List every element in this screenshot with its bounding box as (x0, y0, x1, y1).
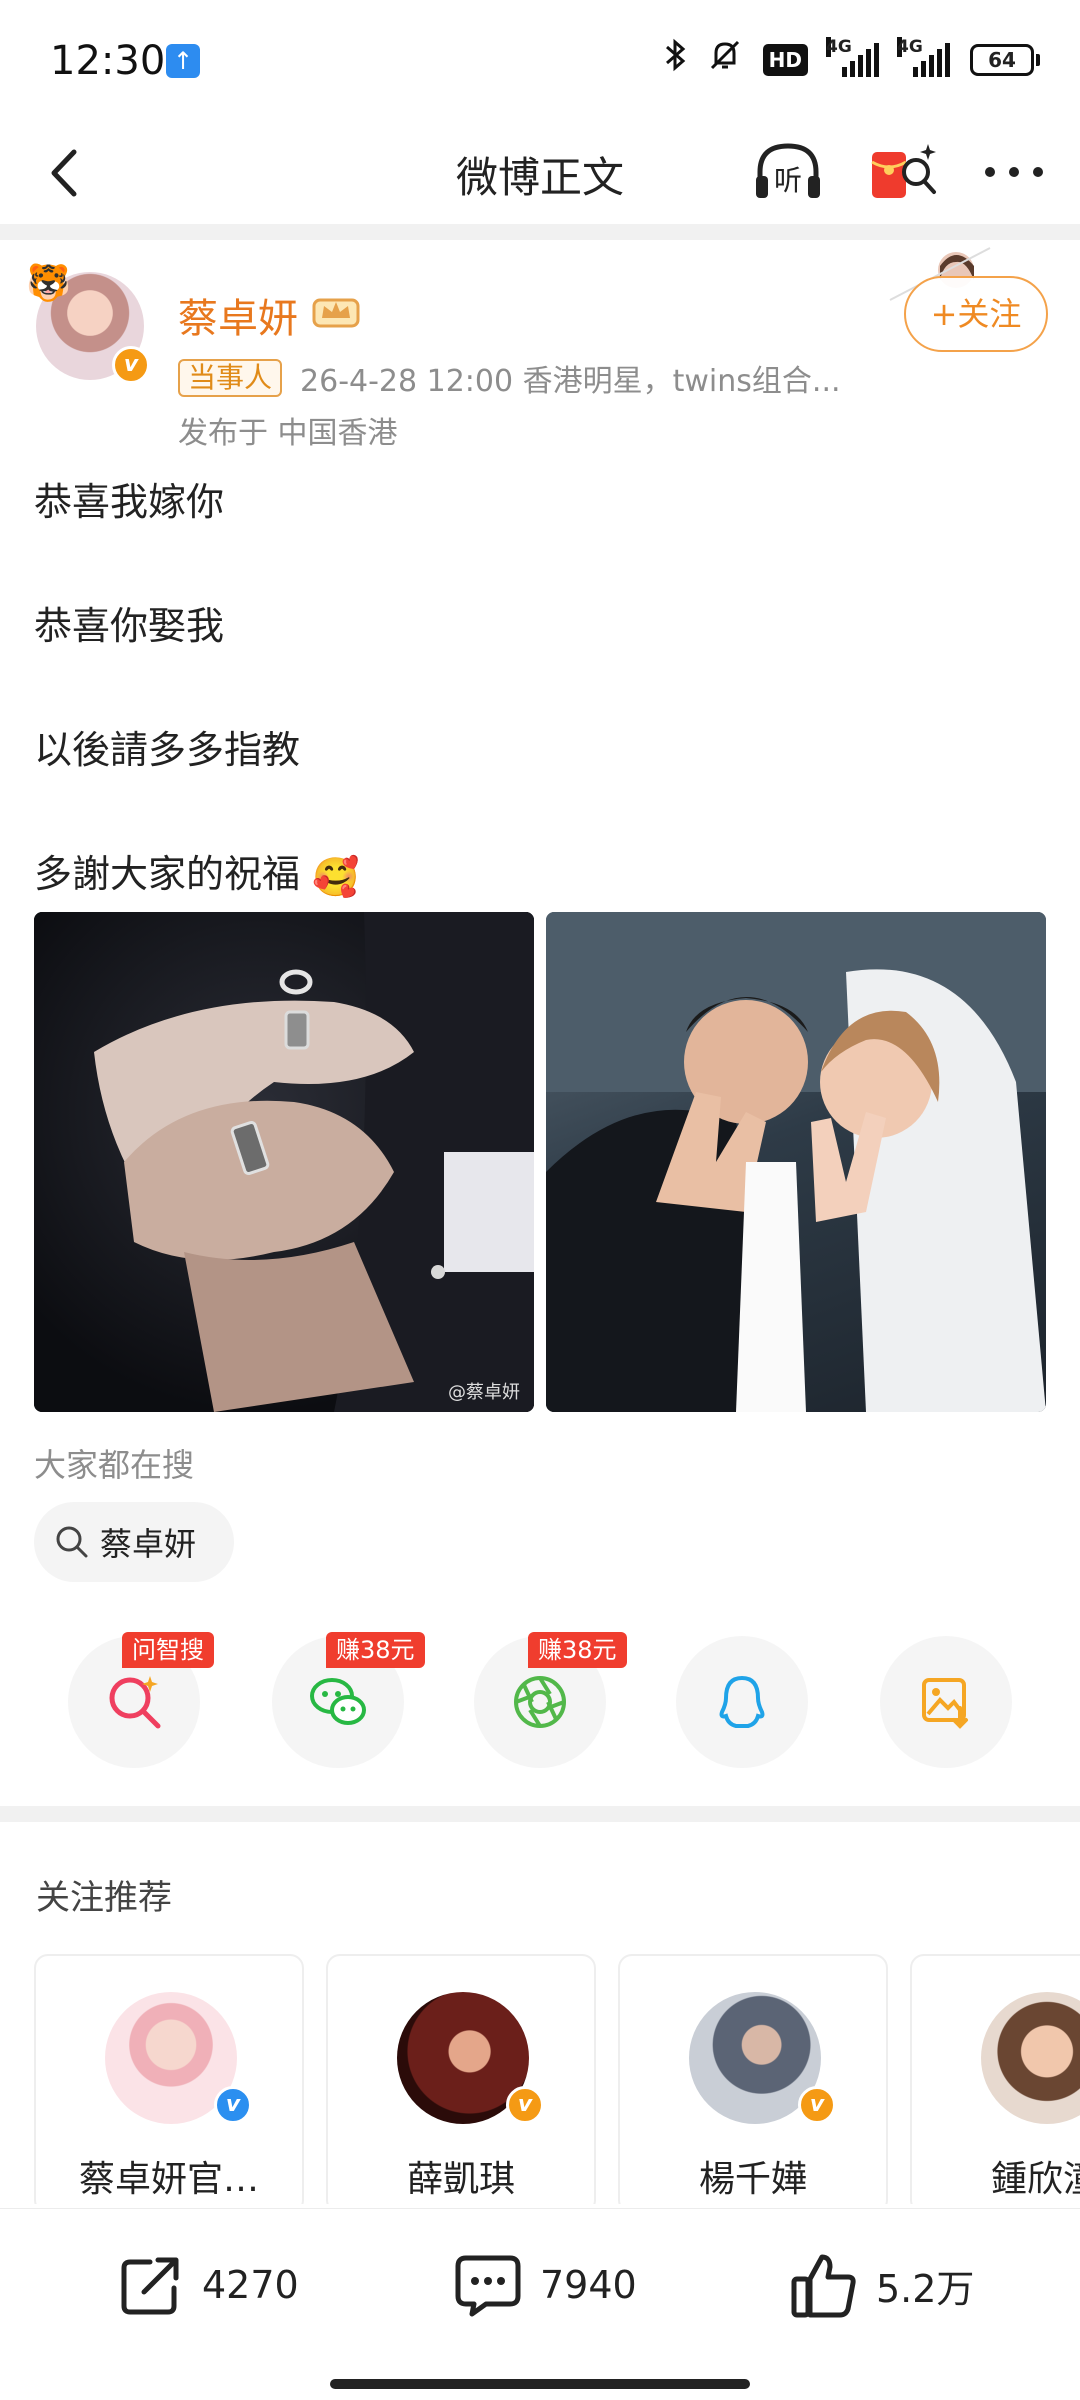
status-time: 12:30 (50, 38, 166, 84)
recommendation-list: v 蔡卓妍官… v 薛凱琪 v 楊千嬅 v 鍾欣潼 (34, 1954, 1080, 2204)
save-image-button[interactable] (880, 1636, 1012, 1768)
photo-rings[interactable]: @蔡卓妍 (34, 912, 534, 1412)
repost-icon (121, 2257, 179, 2315)
divider (0, 224, 1080, 240)
divider (0, 1806, 1080, 1822)
comment-button[interactable]: 7940 (452, 2245, 637, 2325)
recommend-name: 蔡卓妍官… (78, 2159, 259, 2200)
share-badge: 赚38元 (528, 1632, 627, 1668)
qq-icon (719, 1675, 765, 1728)
post-time-and-bio: 26-4-28 12:00 香港明星，twins组合... (300, 364, 841, 399)
top-nav: 微博正文 听 (0, 120, 1080, 224)
repost-button[interactable]: 4270 (116, 2245, 299, 2325)
author-avatar[interactable]: 🐯 v (26, 263, 150, 384)
trending-search-label: 大家都在搜 (34, 1446, 195, 1484)
comment-icon (455, 2255, 521, 2317)
follow-button[interactable]: +关注 (904, 276, 1048, 352)
recommend-name: 鍾欣潼 (990, 2159, 1080, 2200)
post-line-3: 以後請多多指教 (34, 728, 301, 772)
published-location: 发布于 中国香港 (178, 416, 398, 451)
recommend-card[interactable]: v 蔡卓妍官… (34, 1954, 304, 2204)
share-row: 问智搜 赚38元 赚38元 (0, 1632, 1080, 1776)
save-image-icon (922, 1678, 968, 1729)
like-button[interactable]: 5.2万 (788, 2245, 974, 2325)
recommend-name: 楊千嬅 (698, 2159, 807, 2200)
recommend-card[interactable]: v 楊千嬅 (618, 1954, 888, 2204)
verified-icon: v (798, 2086, 836, 2124)
verified-icon: v (112, 346, 150, 384)
qq-share-button[interactable] (676, 1636, 808, 1768)
smiling-hearts-emoji: 🥰 (312, 854, 360, 899)
status-bar: 12:30 ↑ HD 4G 4G 64 (0, 0, 1080, 120)
post-line-2: 恭喜你娶我 (34, 604, 225, 648)
mute-bell-icon (707, 37, 743, 84)
like-count: 5.2万 (876, 2266, 975, 2311)
recommend-card[interactable]: v 薛凱琪 (326, 1954, 596, 2204)
headphones-icon: 听 (756, 143, 820, 198)
post-line-1: 恭喜我嫁你 (34, 480, 225, 524)
red-packet-icon (871, 144, 936, 198)
search-chip-text: 蔡卓妍 (100, 1525, 197, 1563)
share-badge: 问智搜 (122, 1632, 214, 1668)
post-body: 恭喜我嫁你 恭喜你娶我 以後請多多指教 多謝大家的祝福 🥰 (34, 474, 359, 970)
avatar (981, 1992, 1080, 2124)
recommend-name: 薛凱琪 (406, 2159, 515, 2200)
red-packet-search-button[interactable] (864, 132, 944, 212)
tiger-pendant-icon: 🐯 (26, 263, 71, 304)
post-header: 🐯 v 蔡卓妍 当事人 26-4-28 12:00 香港明星，twins组合..… (0, 240, 1080, 451)
author-name[interactable]: 蔡卓妍 (178, 286, 298, 344)
svg-text:听: 听 (774, 164, 802, 197)
repost-count: 4270 (202, 2263, 299, 2307)
crown-membership-icon (312, 298, 360, 328)
photo-watermark: @蔡卓妍 (448, 1382, 520, 1403)
more-dots-icon (985, 167, 1043, 177)
verified-icon: v (506, 2086, 544, 2124)
post-meta: 当事人 26-4-28 12:00 香港明星，twins组合... (178, 356, 841, 400)
bluetooth-icon (663, 37, 687, 84)
moments-icon (514, 1676, 566, 1728)
bottom-action-bar: 4270 7940 5.2万 (0, 2208, 1080, 2400)
party-badge: 当事人 (178, 359, 283, 397)
search-icon (56, 1526, 88, 1558)
follow-recommendation-title: 关注推荐 (36, 1878, 172, 1918)
signal-1-icon: 4G (826, 37, 879, 77)
upload-arrow-icon: ↑ (166, 44, 200, 78)
ask-ai-search-button[interactable]: 问智搜 (68, 1632, 214, 1768)
post-photos: @蔡卓妍 (34, 912, 1046, 1412)
hd-icon: HD (762, 44, 808, 76)
thumbs-up-icon (791, 2254, 856, 2318)
photo-couple[interactable] (546, 912, 1046, 1412)
status-icons: HD 4G 4G 64 (663, 37, 1040, 80)
share-badge: 赚38元 (326, 1632, 425, 1668)
more-button[interactable] (976, 134, 1052, 210)
moments-share-button[interactable]: 赚38元 (474, 1632, 627, 1768)
ai-search-icon (109, 1676, 161, 1729)
battery-icon: 64 (970, 44, 1040, 76)
signal-2-icon: 4G (897, 37, 950, 77)
wechat-icon (310, 1678, 366, 1725)
wechat-share-button[interactable]: 赚38元 (272, 1632, 425, 1768)
home-indicator[interactable] (330, 2379, 750, 2389)
trending-search-chip[interactable]: 蔡卓妍 (34, 1502, 234, 1582)
verified-icon: v (214, 2086, 252, 2124)
listen-button[interactable]: 听 (748, 132, 828, 212)
recommend-card[interactable]: v 鍾欣潼 (910, 1954, 1080, 2204)
comment-count: 7940 (540, 2263, 637, 2307)
